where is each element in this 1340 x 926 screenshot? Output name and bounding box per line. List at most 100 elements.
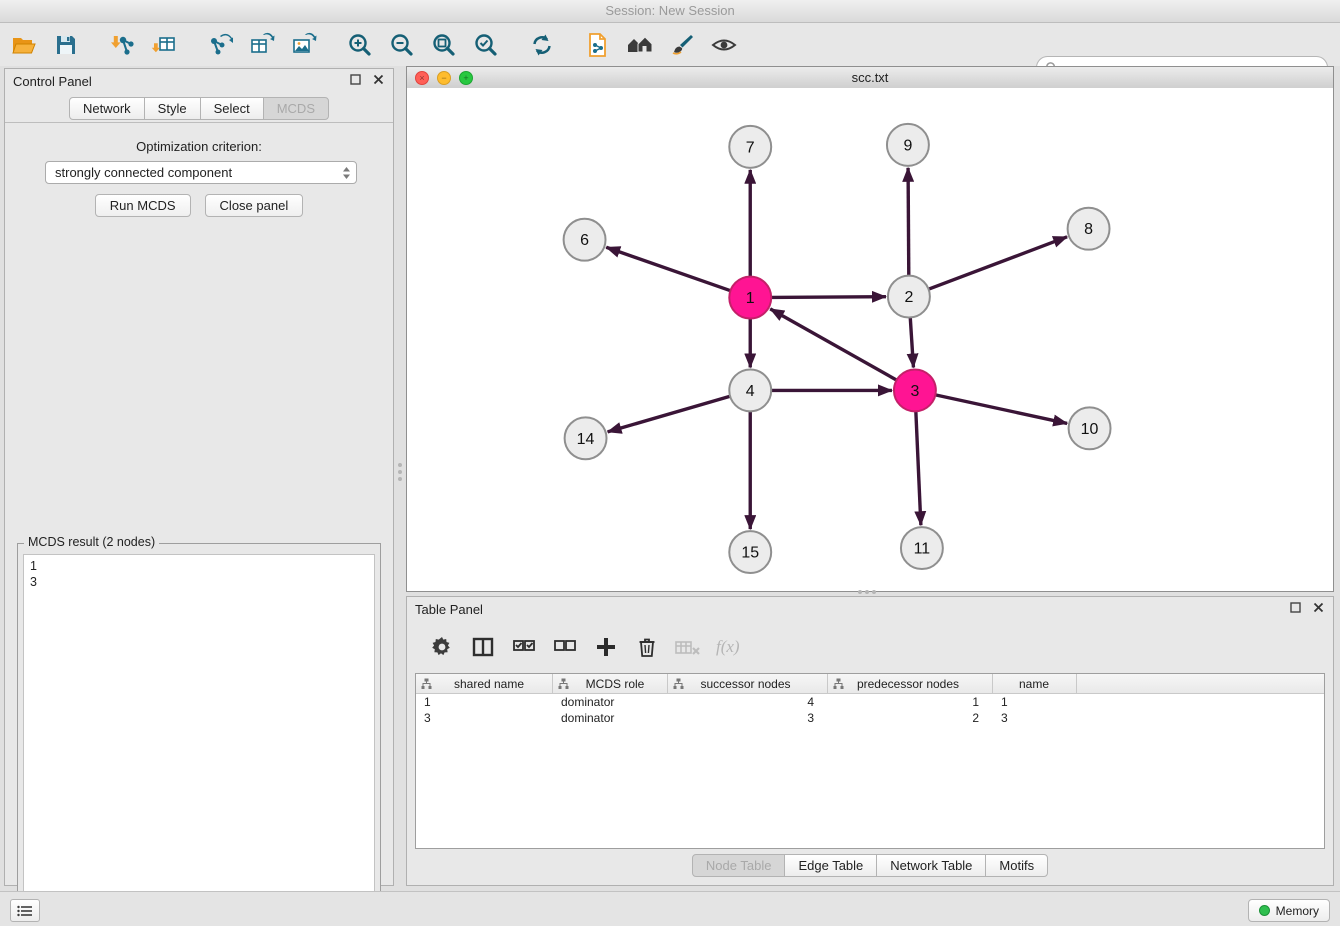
graph-node-2[interactable]: 2 bbox=[888, 276, 930, 318]
network-canvas[interactable]: 7 9 6 8 1 2 4 3 14 10 15 11 bbox=[407, 88, 1333, 591]
tab-node-table[interactable]: Node Table bbox=[692, 854, 786, 877]
vertical-splitter-handle[interactable] bbox=[396, 455, 404, 489]
graph-node-11[interactable]: 11 bbox=[901, 527, 943, 569]
table-row[interactable]: 1 dominator 4 1 1 bbox=[416, 694, 1324, 710]
graph-edge-3-10[interactable] bbox=[935, 395, 1067, 424]
graph-edge-3-1[interactable] bbox=[770, 309, 896, 380]
style-brush-icon[interactable] bbox=[668, 31, 696, 59]
float-table-panel-icon[interactable] bbox=[1289, 601, 1302, 614]
table-row[interactable]: 3 dominator 3 2 3 bbox=[416, 710, 1324, 726]
zoom-in-icon[interactable] bbox=[346, 31, 374, 59]
mcds-result-title: MCDS result (2 nodes) bbox=[24, 535, 159, 549]
close-panel-button[interactable]: Close panel bbox=[205, 194, 304, 217]
add-column-icon[interactable] bbox=[593, 634, 619, 660]
table-panel-header: Table Panel bbox=[407, 597, 1333, 623]
tab-network-table[interactable]: Network Table bbox=[876, 854, 986, 877]
column-header-shared-name[interactable]: shared name bbox=[416, 674, 553, 693]
graph-node-4[interactable]: 4 bbox=[729, 369, 771, 411]
task-history-button[interactable] bbox=[10, 899, 40, 922]
maximize-window-icon[interactable]: + bbox=[459, 71, 473, 85]
cell-shared-name[interactable]: 1 bbox=[416, 694, 553, 710]
export-table-icon[interactable] bbox=[248, 31, 276, 59]
graph-node-10[interactable]: 10 bbox=[1069, 407, 1111, 449]
graph-node-7[interactable]: 7 bbox=[729, 126, 771, 168]
minimize-window-icon[interactable]: − bbox=[437, 71, 451, 85]
refresh-icon[interactable] bbox=[528, 31, 556, 59]
window-traffic-lights: × − + bbox=[415, 71, 473, 85]
delete-column-icon[interactable] bbox=[634, 634, 660, 660]
column-header-mcds-role[interactable]: MCDS role bbox=[553, 674, 668, 693]
optimization-criterion-value: strongly connected component bbox=[55, 165, 232, 180]
cell-shared-name[interactable]: 3 bbox=[416, 710, 553, 726]
home-icon[interactable] bbox=[626, 31, 654, 59]
graph-edge-1-2[interactable] bbox=[771, 297, 886, 298]
graph-node-9[interactable]: 9 bbox=[887, 124, 929, 166]
cell-name[interactable]: 3 bbox=[993, 710, 1077, 726]
tab-network[interactable]: Network bbox=[69, 97, 145, 120]
close-panel-icon[interactable] bbox=[372, 73, 385, 86]
svg-text:9: 9 bbox=[903, 137, 912, 154]
tab-edge-table[interactable]: Edge Table bbox=[784, 854, 877, 877]
open-file-icon[interactable] bbox=[10, 31, 38, 59]
column-header-predecessor-nodes[interactable]: predecessor nodes bbox=[828, 674, 993, 693]
tab-select[interactable]: Select bbox=[200, 97, 264, 120]
cell-successor-nodes[interactable]: 3 bbox=[668, 710, 828, 726]
import-table-icon[interactable] bbox=[150, 31, 178, 59]
graph-node-3[interactable]: 3 bbox=[894, 369, 936, 411]
graph-node-1[interactable]: 1 bbox=[729, 277, 771, 319]
zoom-selected-glyph bbox=[473, 32, 499, 58]
graph-edge-3-11[interactable] bbox=[916, 411, 921, 525]
save-session-icon[interactable] bbox=[52, 31, 80, 59]
delete-table-icon[interactable] bbox=[675, 634, 701, 660]
export-network-icon[interactable] bbox=[206, 31, 234, 59]
zoom-out-glyph bbox=[389, 32, 415, 58]
close-window-icon[interactable]: × bbox=[415, 71, 429, 85]
cell-successor-nodes[interactable]: 4 bbox=[668, 694, 828, 710]
cell-mcds-role[interactable]: dominator bbox=[553, 694, 668, 710]
export-image-icon[interactable] bbox=[290, 31, 318, 59]
cell-predecessor-nodes[interactable]: 2 bbox=[828, 710, 993, 726]
eye-icon[interactable] bbox=[710, 31, 738, 59]
column-type-icon bbox=[673, 678, 684, 689]
tab-motifs[interactable]: Motifs bbox=[985, 854, 1048, 877]
graph-node-14[interactable]: 14 bbox=[565, 417, 607, 459]
graph-node-8[interactable]: 8 bbox=[1068, 208, 1110, 250]
column-layout-icon[interactable] bbox=[470, 634, 496, 660]
svg-text:2: 2 bbox=[904, 289, 913, 306]
select-all-icon[interactable] bbox=[511, 634, 537, 660]
graph-edge-1-6[interactable] bbox=[606, 247, 730, 290]
horizontal-splitter-handle[interactable] bbox=[850, 588, 884, 596]
zoom-fit-icon[interactable] bbox=[430, 31, 458, 59]
tab-mcds[interactable]: MCDS bbox=[263, 97, 329, 120]
graph-edge-2-3[interactable] bbox=[910, 318, 913, 368]
svg-text:11: 11 bbox=[914, 541, 931, 558]
function-label: f(x) bbox=[716, 637, 740, 657]
cell-predecessor-nodes[interactable]: 1 bbox=[828, 694, 993, 710]
import-network-icon[interactable] bbox=[108, 31, 136, 59]
graph-node-6[interactable]: 6 bbox=[564, 219, 606, 261]
run-mcds-button[interactable]: Run MCDS bbox=[95, 194, 191, 217]
deselect-all-icon[interactable] bbox=[552, 634, 578, 660]
zoom-out-icon[interactable] bbox=[388, 31, 416, 59]
mcds-result-list[interactable]: 1 3 bbox=[23, 554, 375, 919]
zoom-selected-icon[interactable] bbox=[472, 31, 500, 59]
new-network-from-selection-icon[interactable] bbox=[584, 31, 612, 59]
cell-mcds-role[interactable]: dominator bbox=[553, 710, 668, 726]
main-toolbar bbox=[0, 23, 1340, 66]
export-table-glyph bbox=[249, 32, 275, 58]
table-settings-gear-icon[interactable] bbox=[429, 634, 455, 660]
graph-edge-4-14[interactable] bbox=[608, 396, 731, 432]
memory-button[interactable]: Memory bbox=[1248, 899, 1330, 922]
optimization-criterion-select[interactable]: strongly connected component bbox=[45, 161, 357, 184]
column-type-icon bbox=[558, 678, 569, 689]
tab-style[interactable]: Style bbox=[144, 97, 201, 120]
column-header-successor-nodes[interactable]: successor nodes bbox=[668, 674, 828, 693]
graph-node-15[interactable]: 15 bbox=[729, 531, 771, 573]
cell-name[interactable]: 1 bbox=[993, 694, 1077, 710]
graph-edge-2-9[interactable] bbox=[908, 168, 909, 276]
close-table-panel-icon[interactable] bbox=[1312, 601, 1325, 614]
column-header-name[interactable]: name bbox=[993, 674, 1077, 693]
function-builder-icon[interactable]: f(x) bbox=[716, 634, 740, 660]
float-panel-icon[interactable] bbox=[349, 73, 362, 86]
graph-edge-2-8[interactable] bbox=[929, 237, 1068, 289]
